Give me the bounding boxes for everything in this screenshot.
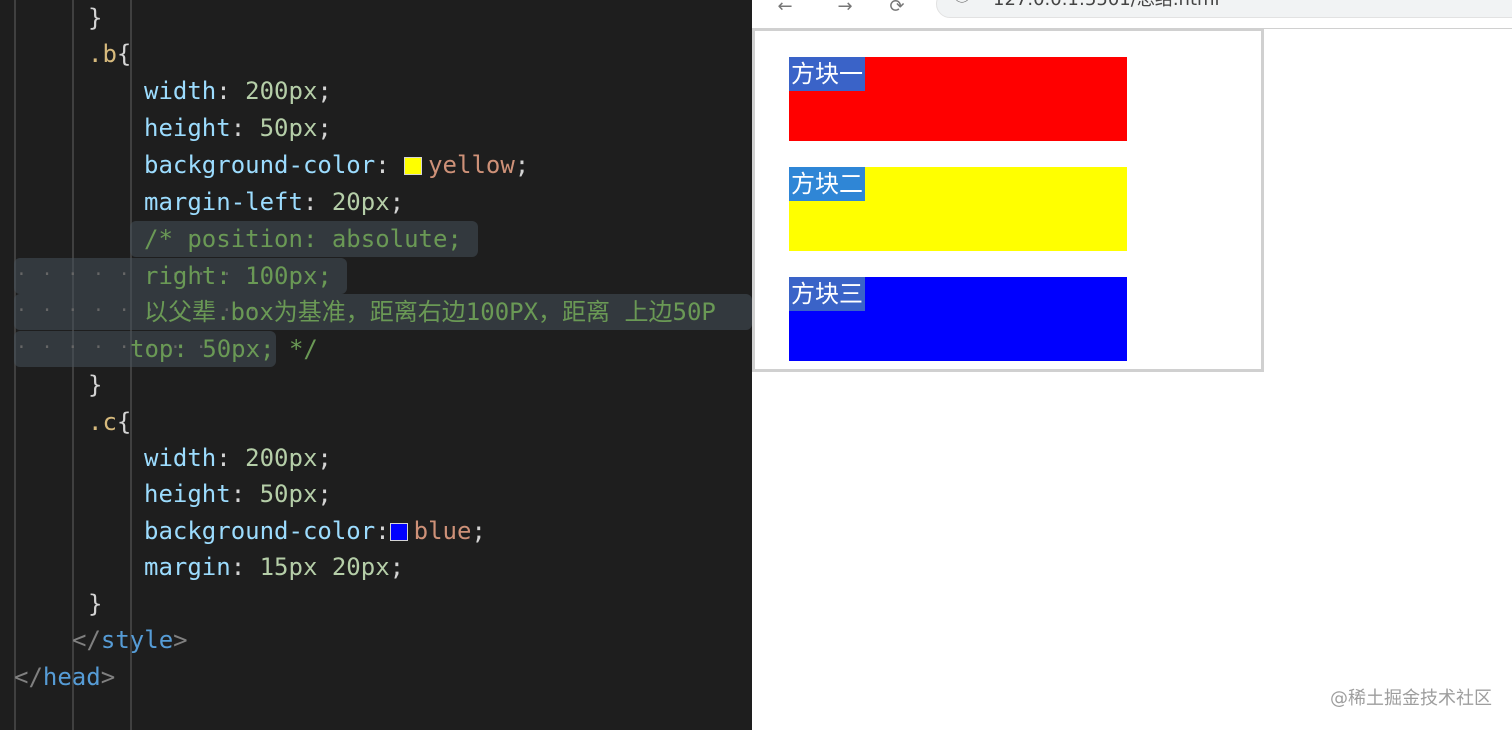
code-token: ;: [317, 480, 332, 508]
code-line: .b{: [88, 36, 752, 72]
code-token: right: 100px;: [144, 262, 332, 290]
forward-icon[interactable]: →: [834, 0, 856, 18]
back-icon[interactable]: ←: [774, 0, 796, 18]
code-token: background-color: [144, 151, 376, 179]
code-token: :: [375, 517, 390, 545]
code-token: ;: [389, 188, 405, 216]
block-1-label: 方块一: [789, 57, 865, 91]
code-token: :: [230, 553, 260, 581]
code-line: margin: 15px 20px;: [144, 549, 752, 585]
code-token: margin: [144, 553, 231, 581]
code-token: 50px: [259, 480, 318, 508]
code-token: width: [144, 444, 217, 472]
watermark: @稀土掘金技术社区: [1330, 688, 1492, 709]
code-token: 15px 20px: [259, 553, 390, 581]
code-line: .c{: [88, 404, 752, 440]
code-line: }: [88, 586, 752, 622]
reload-icon[interactable]: ⟳: [886, 0, 908, 18]
site-info-icon[interactable]: ⓘ: [951, 0, 973, 7]
code-token: :: [375, 151, 405, 179]
code-token: :: [230, 114, 260, 142]
code-token: :: [302, 188, 332, 216]
code-token: 以父辈.box为基准，距离右边100PX，距离 上边50P: [144, 298, 716, 326]
block-2-label: 方块二: [789, 167, 865, 201]
code-token: margin-left: [144, 188, 303, 216]
code-token: style: [100, 626, 174, 654]
code-line: background-color: yellow;: [144, 147, 752, 183]
code-line: margin-left: 20px;: [144, 184, 752, 220]
code-editor[interactable]: · · · · · · · · · · · · · · · · · · · · …: [0, 0, 752, 730]
code-token: height: [144, 480, 231, 508]
block-3: 方块三: [789, 277, 1127, 361]
address-text: 127.0.0.1:5501/总结.html: [993, 0, 1220, 11]
color-swatch-icon[interactable]: [389, 523, 408, 541]
code-token: 20px: [331, 188, 390, 216]
code-token: width: [144, 77, 217, 105]
code-token: :: [230, 480, 260, 508]
code-line: /* position: absolute;: [144, 221, 752, 257]
block-1: 方块一: [789, 57, 1127, 141]
code-token: blue: [413, 517, 472, 545]
code-token: :: [216, 444, 246, 472]
color-swatch-icon[interactable]: [404, 157, 423, 175]
code-line: </style>: [72, 622, 752, 658]
code-line: </head>: [14, 659, 752, 695]
code-line: width: 200px;: [144, 440, 752, 476]
code-token: 200px: [245, 77, 318, 105]
block-2: 方块二: [789, 167, 1127, 251]
code-line: top: 50px; */: [130, 331, 752, 367]
code-token: top: 50px; */: [130, 335, 318, 363]
code-token: .b: [88, 40, 117, 68]
code-token: yellow: [428, 151, 515, 179]
code-token: >: [100, 663, 116, 691]
code-token: 50px: [259, 114, 318, 142]
code-token: ;: [389, 553, 405, 581]
code-token: {: [116, 408, 132, 436]
address-bar[interactable]: ⓘ 127.0.0.1:5501/总结.html: [936, 0, 1512, 18]
code-token: ;: [317, 444, 332, 472]
code-token: ;: [317, 114, 332, 142]
browser-toolbar: ← → ⟳ ⓘ 127.0.0.1:5501/总结.html: [752, 0, 1512, 29]
code-token: 200px: [245, 444, 318, 472]
code-token: height: [144, 114, 231, 142]
code-line: height: 50px;: [144, 110, 752, 146]
code-line: }: [88, 0, 752, 36]
browser-window: ← → ⟳ ⓘ 127.0.0.1:5501/总结.html 方块一 方块二 方…: [752, 0, 1512, 730]
code-token: head: [42, 663, 101, 691]
code-token: ;: [514, 151, 530, 179]
code-token: }: [88, 371, 103, 399]
code-token: :: [216, 77, 246, 105]
code-token: ;: [317, 77, 332, 105]
code-token: }: [88, 590, 103, 618]
block-3-label: 方块三: [789, 277, 865, 311]
code-token: /* position: absolute;: [144, 225, 462, 253]
code-token: {: [116, 40, 132, 68]
code-token: ;: [471, 517, 486, 545]
code-line: }: [88, 367, 752, 403]
code-line: 以父辈.box为基准，距离右边100PX，距离 上边50P: [144, 294, 752, 330]
code-token: >: [173, 626, 188, 654]
code-token: background-color: [144, 517, 376, 545]
code-token: </: [72, 626, 101, 654]
code-line: width: 200px;: [144, 73, 752, 109]
code-token: }: [88, 4, 103, 32]
code-token: </: [14, 663, 43, 691]
code-line: height: 50px;: [144, 476, 752, 512]
code-line: background-color: blue;: [144, 513, 752, 549]
code-line: right: 100px;: [144, 258, 752, 294]
screen-root: · · · · · · · · · · · · · · · · · · · · …: [0, 0, 1512, 730]
code-token: .c: [88, 408, 117, 436]
